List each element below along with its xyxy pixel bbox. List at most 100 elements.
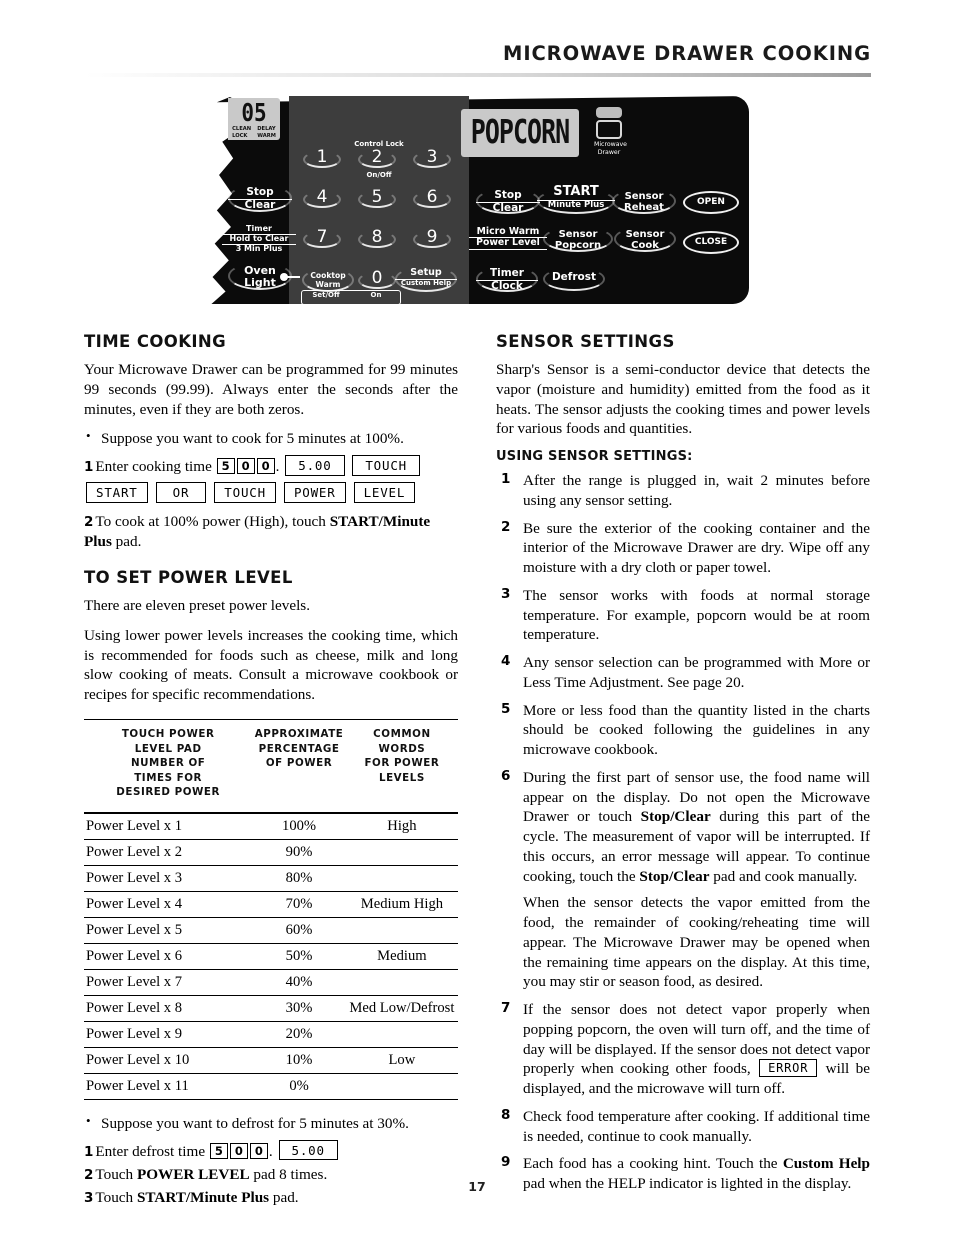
cell-pct: 0% — [252, 1073, 346, 1100]
key-stop-clear-microwave[interactable]: Stop Clear — [476, 188, 540, 215]
item-number: 5 — [501, 700, 511, 717]
table-row: Power Level x 1 100% High — [84, 812, 458, 840]
item-number: 3 — [501, 585, 511, 602]
drawer-icon-label-line1: Microwave — [594, 141, 627, 148]
right-column: SENSOR SETTINGS Sharp's Sensor is a semi… — [496, 332, 870, 1202]
item7-part1: If the sensor does not detect vapor prop… — [523, 1001, 870, 1078]
table-row: Power Level x 4 70% Medium High — [84, 891, 458, 918]
table-row: Power Level x 2 90% — [84, 839, 458, 866]
cell-word — [345, 865, 458, 892]
cell-pct: 60% — [252, 917, 346, 944]
key-on-label[interactable]: On — [351, 291, 401, 300]
key-digit-2[interactable]: 2 — [358, 147, 396, 167]
cell-pct: 50% — [252, 943, 346, 970]
key-digit-0[interactable]: 0 — [358, 268, 396, 288]
th3-l4: LEVELS — [378, 771, 425, 784]
key-set-off-label[interactable]: Set/Off — [301, 291, 351, 300]
column-header-common-words: COMMON WORDS FOR POWER LEVELS — [346, 719, 458, 813]
list-item: 2 Be sure the exterior of the cooking con… — [496, 519, 870, 578]
key-start-line2: Minute Plus — [547, 199, 605, 210]
key-sensor-cook-line1: Sensor — [625, 229, 665, 240]
key-timer-clock[interactable]: Timer Clock — [476, 266, 538, 293]
defrost-step-1: 1 Enter defrost time 500. 5.00 — [84, 1139, 458, 1162]
left-range-display: 05 CLEAN LOCK DELAY WARM — [228, 98, 280, 140]
key-stop-clear-left[interactable]: Stop Clear — [228, 184, 292, 212]
cell-pad: Power Level x 2 — [84, 839, 253, 866]
key-setup-line2: Custom Help — [400, 278, 452, 287]
key-digit-0-label: 0 — [371, 268, 383, 288]
th1-l3: NUMBER OF — [130, 757, 206, 770]
cell-pad: Power Level x 9 — [84, 1021, 253, 1048]
power-level-para-1: There are eleven preset power levels. — [84, 597, 311, 615]
table-row: Power Level x 10 10% Low — [84, 1047, 458, 1074]
key-digit-5-label: 5 — [371, 187, 383, 207]
key-open-label: OPEN — [697, 197, 725, 207]
lcd-readout-level: LEVEL — [353, 482, 416, 503]
key-start-minute-plus[interactable]: START Minute Plus — [537, 184, 615, 210]
item-number: 9 — [501, 1154, 511, 1171]
key-micro-warm-power-level[interactable]: Micro Warm Power Level — [469, 226, 547, 250]
lcd-readout-error: ERROR — [759, 1059, 818, 1078]
key-digit-9-label: 9 — [426, 227, 438, 247]
keycap-0-b: 0 — [256, 458, 275, 475]
item-number: 4 — [501, 653, 511, 669]
panel-connector-line — [286, 276, 300, 278]
key-sensor-reheat[interactable]: Sensor Reheat — [612, 189, 676, 213]
key-sensor-reheat-line1: Sensor — [624, 191, 664, 202]
control-panel-illustration: 05 CLEAN LOCK DELAY WARM POPCORN Microwa… — [206, 96, 749, 305]
key-digit-8[interactable]: 8 — [358, 227, 396, 247]
key-setup-custom-help[interactable]: Setup Custom Help — [395, 266, 457, 287]
set-off-text: Set/Off — [312, 291, 340, 299]
keycap-0-a: 0 — [236, 458, 255, 475]
item8-text: Check food temperature after cooking. If… — [523, 1107, 870, 1145]
key-digit-6[interactable]: 6 — [413, 187, 451, 207]
item-number: 1 — [501, 471, 511, 487]
key-timer-hold-to-clear[interactable]: Timer Hold to Clear 3 Min Plus — [222, 224, 296, 254]
key-digit-1[interactable]: 1 — [303, 147, 341, 167]
key-sensor-cook[interactable]: Sensor Cook — [614, 227, 676, 251]
list-item: 3 The sensor works with foods at normal s… — [496, 586, 870, 645]
list-item: 1 After the range is plugged in, wait 2 m… — [496, 471, 870, 511]
cell-word: Low — [345, 1047, 458, 1074]
lcd-readout-row: START OR TOUCH POWER LEVEL — [84, 482, 458, 503]
cell-word — [345, 969, 458, 996]
list-item: Suppose you want to cook for 5 minutes a… — [84, 428, 458, 449]
step-text: Enter defrost time — [95, 1142, 206, 1160]
heading-set-power-level: TO SET POWER LEVEL — [84, 568, 293, 588]
key-sensor-popcorn[interactable]: Sensor Popcorn — [543, 227, 613, 251]
item-text: Be sure the exterior of the cooking cont… — [523, 519, 870, 577]
table-header-row: TOUCH POWER LEVEL PAD NUMBER OF TIMES FO… — [84, 719, 458, 813]
lcd-readout-defrost-time: 5.00 — [278, 1139, 338, 1161]
key-digit-1-label: 1 — [316, 147, 328, 167]
cell-pct: 40% — [252, 969, 346, 996]
key-defrost[interactable]: Defrost — [543, 271, 605, 284]
item6-bold-2: Stop/Clear — [639, 867, 710, 885]
key-cooktop-warm[interactable]: Cooktop Warm — [302, 268, 354, 289]
th1-l4: TIMES FOR — [134, 771, 203, 784]
key-digit-5[interactable]: 5 — [358, 187, 396, 207]
lcd-readout-power: POWER — [283, 482, 346, 503]
key-setup-line1: Setup — [395, 267, 457, 280]
warm-indicator: WARM — [257, 132, 276, 139]
item9-bold: Custom Help — [782, 1155, 870, 1173]
cell-pad: Power Level x 11 — [84, 1073, 253, 1100]
key-sensor-cook-line2: Cook — [631, 240, 659, 252]
key-close[interactable]: CLOSE — [683, 237, 739, 247]
table-row: Power Level x 6 50% Medium — [84, 943, 458, 970]
key-open[interactable]: OPEN — [683, 197, 739, 207]
cell-pad: Power Level x 1 — [84, 812, 253, 840]
step-text-b: pad. — [111, 533, 142, 551]
table-row: Power Level x 8 30% Med Low/Defrost — [84, 995, 458, 1022]
lcd-readout-touch: TOUCH — [352, 455, 420, 476]
key-digit-4[interactable]: 4 — [303, 187, 341, 207]
heading-time-cooking: TIME COOKING — [84, 332, 227, 351]
subheading-using-sensor-settings: USING SENSOR SETTINGS: — [496, 449, 693, 464]
cell-word: High — [345, 812, 458, 840]
key-digit-9[interactable]: 9 — [413, 227, 451, 247]
drawer-icon-label: Microwave Drawer — [594, 141, 627, 157]
key-digit-3[interactable]: 3 — [413, 147, 451, 167]
cell-word — [345, 839, 458, 866]
cell-pad: Power Level x 6 — [84, 943, 253, 970]
page-header: MICROWAVE DRAWER COOKING — [85, 44, 871, 77]
key-digit-7[interactable]: 7 — [303, 227, 341, 247]
